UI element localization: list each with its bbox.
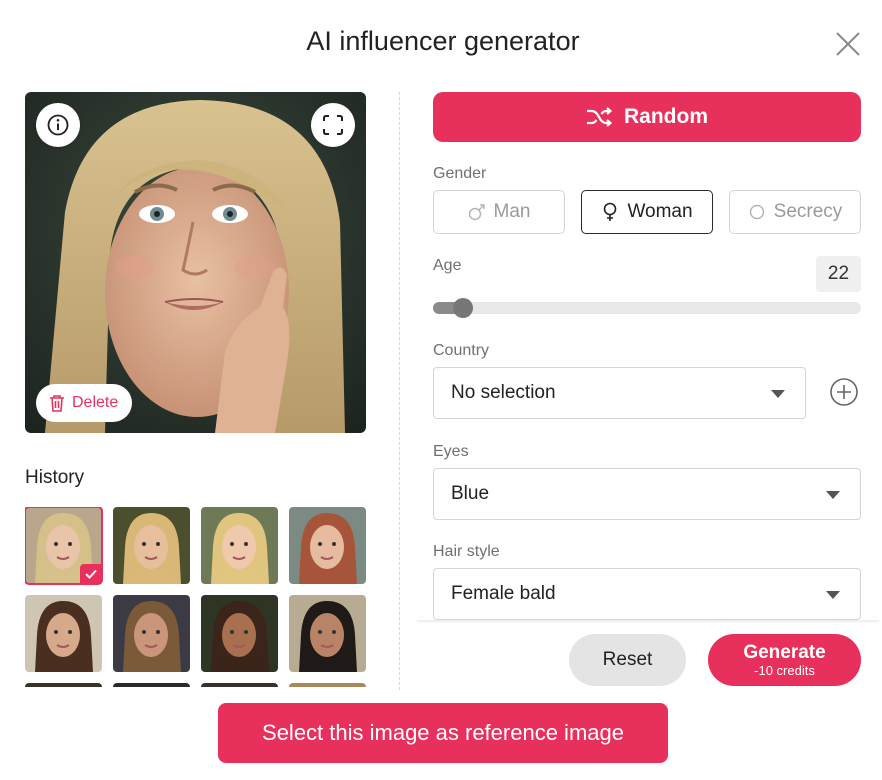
gender-option-secrecy[interactable]: Secrecy bbox=[729, 190, 861, 234]
thumbnail-image bbox=[113, 683, 190, 687]
thumbnail-image bbox=[201, 683, 278, 687]
hair-style-select[interactable]: Female bald bbox=[433, 568, 861, 620]
history-thumbnail[interactable] bbox=[25, 683, 102, 687]
history-thumbnail[interactable] bbox=[113, 507, 190, 584]
country-value: No selection bbox=[451, 382, 556, 403]
gender-option-man[interactable]: Man bbox=[433, 190, 565, 234]
thumbnail-image bbox=[113, 595, 190, 672]
fullscreen-icon bbox=[323, 115, 343, 135]
thumbnail-image bbox=[25, 683, 102, 687]
portrait-image bbox=[25, 92, 366, 433]
generate-label: Generate bbox=[743, 642, 826, 663]
chevron-down-icon bbox=[771, 390, 785, 398]
history-thumbnail[interactable] bbox=[289, 683, 366, 687]
info-icon bbox=[47, 114, 69, 136]
fullscreen-button[interactable] bbox=[311, 103, 355, 147]
chevron-down-icon bbox=[826, 591, 840, 599]
eyes-value: Blue bbox=[451, 483, 490, 504]
history-thumbnail[interactable] bbox=[25, 507, 103, 585]
random-button[interactable]: Random bbox=[433, 92, 861, 142]
reset-button[interactable]: Reset bbox=[569, 634, 686, 686]
age-slider[interactable] bbox=[433, 298, 861, 318]
scroll-divider bbox=[417, 620, 879, 623]
history-thumbnail[interactable] bbox=[201, 507, 278, 584]
thumbnail-image bbox=[289, 683, 366, 687]
history-grid bbox=[25, 507, 366, 687]
history-thumbnail[interactable] bbox=[201, 683, 278, 687]
gender-label: Gender bbox=[433, 165, 487, 182]
thumbnail-image bbox=[113, 507, 190, 584]
gender-man-label: Man bbox=[493, 201, 531, 222]
generate-cost: -10 credits bbox=[754, 663, 815, 678]
dialog-title: AI influencer generator bbox=[306, 26, 580, 56]
age-slider-handle[interactable] bbox=[452, 298, 473, 318]
country-select[interactable]: No selection bbox=[433, 367, 806, 419]
close-icon[interactable] bbox=[834, 30, 862, 58]
thumbnail-image bbox=[289, 595, 366, 672]
age-label: Age bbox=[433, 257, 462, 274]
country-label: Country bbox=[433, 342, 490, 359]
age-value: 22 bbox=[816, 256, 861, 292]
trash-icon bbox=[50, 395, 64, 412]
shuffle-icon bbox=[587, 107, 612, 127]
random-label: Random bbox=[624, 105, 708, 128]
delete-button[interactable]: Delete bbox=[36, 384, 133, 422]
generate-button[interactable]: Generate -10 credits bbox=[708, 634, 861, 686]
circle-icon bbox=[749, 204, 764, 220]
selected-check-icon bbox=[80, 564, 102, 584]
female-icon bbox=[604, 202, 617, 221]
column-divider bbox=[399, 92, 400, 690]
select-reference-button[interactable]: Select this image as reference image bbox=[218, 703, 668, 763]
eyes-select[interactable]: Blue bbox=[433, 468, 861, 520]
history-label: History bbox=[25, 467, 85, 488]
history-thumbnail[interactable] bbox=[289, 595, 366, 672]
add-circle-icon[interactable] bbox=[829, 377, 859, 407]
gender-woman-label: Woman bbox=[627, 201, 693, 222]
gender-secrecy-label: Secrecy bbox=[773, 201, 843, 222]
male-icon bbox=[468, 204, 485, 221]
history-thumbnail[interactable] bbox=[113, 595, 190, 672]
history-thumbnail[interactable] bbox=[201, 595, 278, 672]
thumbnail-image bbox=[201, 595, 278, 672]
hair-style-label: Hair style bbox=[433, 543, 500, 560]
chevron-down-icon bbox=[826, 491, 840, 499]
preview-image: Delete bbox=[25, 92, 366, 433]
delete-label: Delete bbox=[72, 394, 119, 411]
info-button[interactable] bbox=[36, 103, 80, 147]
history-thumbnail[interactable] bbox=[113, 683, 190, 687]
gender-option-woman[interactable]: Woman bbox=[581, 190, 713, 234]
history-thumbnail[interactable] bbox=[25, 595, 102, 672]
history-thumbnail[interactable] bbox=[289, 507, 366, 584]
thumbnail-image bbox=[289, 507, 366, 584]
hair-style-value: Female bald bbox=[451, 583, 556, 604]
thumbnail-image bbox=[25, 595, 102, 672]
eyes-label: Eyes bbox=[433, 443, 469, 460]
thumbnail-image bbox=[201, 507, 278, 584]
